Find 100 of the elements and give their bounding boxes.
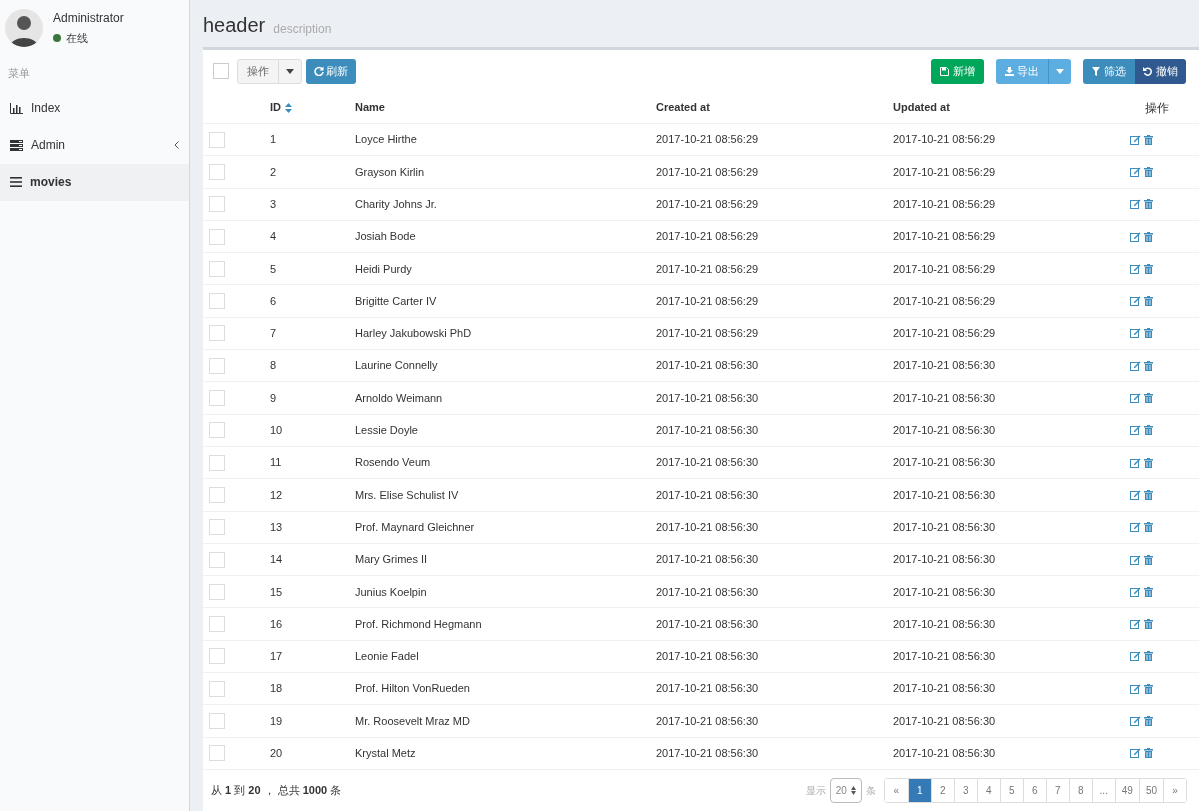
trash-icon[interactable] (1144, 360, 1153, 371)
edit-icon[interactable] (1130, 134, 1141, 145)
edit-icon[interactable] (1130, 231, 1141, 242)
table-cell: 10 (270, 424, 283, 437)
row-checkbox[interactable] (209, 680, 225, 697)
trash-icon[interactable] (1144, 522, 1153, 533)
table-cell: Laurine Connelly (355, 359, 438, 372)
edit-icon[interactable] (1130, 166, 1141, 177)
table-cell: 2017-10-21 08:56:30 (893, 456, 996, 469)
edit-icon[interactable] (1130, 457, 1141, 468)
row-checkbox[interactable] (209, 486, 225, 503)
row-checkbox[interactable] (209, 616, 225, 633)
row-checkbox[interactable] (209, 196, 225, 213)
trash-icon[interactable] (1144, 231, 1153, 242)
page-link[interactable]: 1 (907, 778, 931, 802)
trash-icon[interactable] (1144, 166, 1153, 177)
table-cell: 2017-10-21 08:56:30 (656, 650, 759, 663)
edit-icon[interactable] (1130, 425, 1141, 436)
table-cell: 2017-10-21 08:56:30 (893, 714, 996, 727)
table-cell: 2017-10-21 08:56:30 (893, 359, 996, 372)
row-checkbox[interactable] (209, 454, 225, 471)
trash-icon[interactable] (1144, 554, 1153, 565)
table-cell: 2017-10-21 08:56:30 (656, 424, 759, 437)
trash-icon[interactable] (1144, 748, 1153, 759)
refresh-button[interactable]: 刷新 (306, 58, 356, 84)
column-header: Updated at (892, 100, 951, 116)
sidebar-item[interactable]: Admin (0, 126, 189, 164)
edit-icon[interactable] (1130, 683, 1141, 694)
column-header: Created at (655, 100, 711, 116)
filter-button[interactable]: 筛选 (1083, 58, 1135, 84)
row-checkbox[interactable] (209, 422, 225, 439)
table-cell: Prof. Richmond Hegmann (355, 617, 482, 630)
trash-icon[interactable] (1144, 586, 1153, 597)
row-checkbox[interactable] (209, 325, 225, 342)
edit-icon[interactable] (1130, 393, 1141, 403)
edit-icon[interactable] (1130, 651, 1141, 662)
trash-icon[interactable] (1144, 425, 1153, 436)
table-cell: 9 (270, 391, 277, 404)
table-cell: 2017-10-21 08:56:30 (893, 585, 996, 598)
trash-icon[interactable] (1144, 263, 1153, 274)
edit-icon[interactable] (1130, 619, 1141, 630)
page-size-select[interactable]: 20 (829, 777, 862, 803)
trash-icon[interactable] (1144, 716, 1153, 726)
select-all-checkbox[interactable] (213, 63, 229, 79)
pagination-summary: 从 1 到 20 ， 总共 1000 条 (211, 783, 342, 799)
row-checkbox[interactable] (209, 390, 225, 406)
edit-icon[interactable] (1130, 489, 1141, 500)
sort-icon[interactable] (285, 102, 292, 113)
edit-icon[interactable] (1130, 748, 1141, 759)
row-checkbox[interactable] (209, 293, 225, 310)
sidebar-item[interactable]: movies (0, 163, 189, 201)
table-cell: Loyce Hirthe (355, 133, 417, 146)
edit-icon[interactable] (1130, 296, 1141, 307)
actions-dropdown[interactable]: 操作 (237, 58, 302, 84)
column-header[interactable]: ID (270, 99, 281, 116)
row-checkbox[interactable] (209, 583, 225, 600)
menu-icon (10, 177, 22, 187)
table-cell: 2017-10-21 08:56:30 (656, 456, 759, 469)
row-checkbox[interactable] (209, 260, 225, 277)
new-button[interactable]: 新增 (931, 58, 984, 84)
table-cell: 2017-10-21 08:56:29 (893, 262, 996, 275)
table-cell: 2017-10-21 08:56:29 (656, 230, 759, 243)
edit-icon[interactable] (1130, 586, 1141, 597)
row-checkbox[interactable] (209, 713, 225, 729)
row-checkbox[interactable] (209, 745, 225, 762)
page-link[interactable]: » (1163, 778, 1186, 802)
row-checkbox[interactable] (209, 357, 225, 374)
table-cell: Prof. Maynard Gleichner (355, 520, 475, 533)
row-checkbox[interactable] (209, 228, 225, 245)
table-cell: Charity Johns Jr. (355, 198, 437, 210)
trash-icon[interactable] (1144, 619, 1153, 630)
edit-icon[interactable] (1130, 554, 1141, 565)
row-checkbox[interactable] (209, 163, 225, 180)
trash-icon[interactable] (1144, 296, 1153, 307)
trash-icon[interactable] (1144, 489, 1153, 500)
trash-icon[interactable] (1144, 393, 1153, 403)
table-cell: 13 (270, 520, 283, 533)
edit-icon[interactable] (1130, 360, 1141, 371)
trash-icon[interactable] (1144, 457, 1153, 468)
trash-icon[interactable] (1144, 134, 1153, 145)
trash-icon[interactable] (1144, 683, 1153, 694)
row-checkbox[interactable] (209, 519, 225, 536)
reset-button[interactable]: 撤销 (1135, 58, 1186, 84)
sidebar-item[interactable]: Index (0, 89, 189, 127)
row-checkbox[interactable] (209, 648, 225, 665)
edit-icon[interactable] (1130, 716, 1141, 726)
row-checkbox[interactable] (209, 551, 225, 568)
table-cell: 2017-10-21 08:56:30 (656, 617, 759, 630)
trash-icon[interactable] (1144, 328, 1153, 339)
trash-icon[interactable] (1144, 199, 1153, 210)
edit-icon[interactable] (1130, 199, 1141, 210)
table-cell: Rosendo Veum (355, 456, 431, 469)
trash-icon[interactable] (1144, 651, 1153, 662)
edit-icon[interactable] (1130, 328, 1141, 339)
edit-icon[interactable] (1130, 263, 1141, 274)
table-cell: Leonie Fadel (355, 650, 419, 663)
row-checkbox[interactable] (209, 131, 225, 148)
table-cell: Mary Grimes II (355, 553, 428, 566)
table-cell: Mr. Roosevelt Mraz MD (355, 714, 470, 727)
edit-icon[interactable] (1130, 522, 1141, 533)
